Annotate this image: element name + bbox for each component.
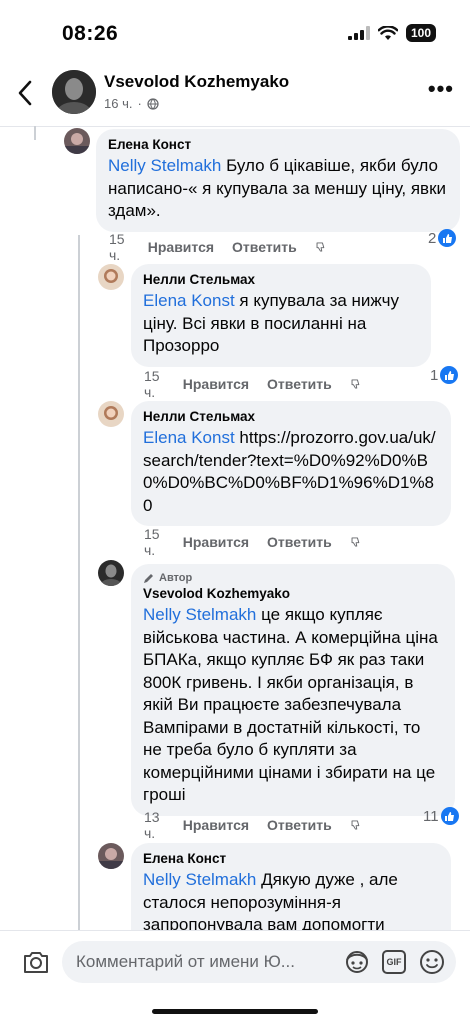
comment-bubble[interactable]: Нелли Стельмах Elena Konst https://prozo… — [131, 401, 451, 526]
comment-bubble[interactable]: Елена Конст Nelly Stelmakh Було б цікаві… — [96, 129, 460, 232]
status-icons: 100 — [347, 24, 436, 42]
reply-button[interactable]: Ответить — [232, 239, 297, 255]
reply-button[interactable]: Ответить — [267, 817, 332, 833]
like-reaction-icon — [440, 366, 459, 384]
comment-actions: 15 ч. Нравится Ответить — [144, 368, 361, 400]
avatar-sticker-icon[interactable] — [344, 950, 370, 974]
commenter-avatar[interactable] — [98, 560, 124, 586]
comment-actions: 13 ч. Нравится Ответить — [144, 809, 361, 841]
status-time: 08:26 — [62, 22, 119, 45]
commenter-name[interactable]: Нелли Стельмах — [143, 409, 439, 424]
commenter-name[interactable]: Нелли Стельмах — [143, 272, 419, 287]
like-button[interactable]: Нравится — [183, 534, 249, 550]
thread-line — [78, 235, 80, 935]
commenter-avatar[interactable] — [98, 264, 124, 290]
like-button[interactable]: Нравится — [183, 376, 249, 392]
dislike-icon[interactable] — [350, 376, 361, 392]
comment-text: Nelly Stelmakh Дякую дуже , але сталося … — [143, 870, 398, 933]
like-reaction-icon — [440, 807, 459, 825]
commenter-avatar[interactable] — [64, 128, 90, 154]
post-meta: 16 ч. · — [104, 96, 159, 111]
author-name[interactable]: Vsevolod Kozhemyako — [104, 72, 289, 92]
home-indicator — [152, 1009, 318, 1014]
commenter-avatar[interactable] — [98, 843, 124, 869]
reaction-count[interactable]: 11 — [423, 807, 459, 825]
dislike-icon[interactable] — [350, 534, 361, 550]
comment-actions: 15 ч. Нравится Ответить — [144, 526, 361, 558]
comment-bubble[interactable]: Автор Vsevolod Kozhemyako Nelly Stelmakh… — [131, 564, 455, 816]
mention-link[interactable]: Nelly Stelmakh — [143, 870, 256, 889]
camera-icon[interactable] — [22, 949, 50, 975]
more-options-icon[interactable]: ••• — [428, 78, 454, 100]
comment-time: 15 ч. — [144, 526, 160, 558]
mention-link[interactable]: Elena Konst — [143, 428, 235, 447]
author-badge: Автор — [143, 572, 443, 584]
gif-button[interactable]: GIF — [382, 950, 406, 974]
wifi-icon — [377, 25, 398, 40]
commenter-name[interactable]: Елена Конст — [143, 851, 439, 866]
mention-link[interactable]: Nelly Stelmakh — [108, 156, 221, 175]
post-header: Vsevolod Kozhemyako 16 ч. · ••• — [0, 62, 470, 124]
comment-input-placeholder: Комментарий от имени Ю... — [76, 952, 295, 971]
comment-input[interactable]: Комментарий от имени Ю... GIF — [62, 941, 456, 983]
signal-icon — [347, 26, 370, 40]
commenter-name[interactable]: Елена Конст — [108, 137, 448, 152]
reply-button[interactable]: Ответить — [267, 376, 332, 392]
reply-button[interactable]: Ответить — [267, 534, 332, 550]
comment-time: 15 ч. — [144, 368, 160, 400]
dislike-icon[interactable] — [315, 239, 326, 255]
globe-icon — [147, 97, 159, 110]
thread-line — [34, 126, 36, 140]
author-avatar[interactable] — [52, 70, 96, 114]
gif-label: GIF — [386, 957, 402, 967]
mention-link[interactable]: Nelly Stelmakh — [143, 605, 256, 624]
commenter-name[interactable]: Vsevolod Kozhemyako — [143, 586, 443, 601]
comment-text: Nelly Stelmakh Було б цікавіше, якби бул… — [108, 156, 447, 220]
comment-actions: 15 ч. Нравится Ответить — [109, 231, 326, 263]
dislike-icon[interactable] — [350, 817, 361, 833]
header-divider — [0, 126, 470, 127]
post-time: 16 ч. — [104, 96, 133, 111]
comment-text: Nelly Stelmakh це якщо купляє військова … — [143, 605, 438, 804]
comment-bubble[interactable]: Елена Конст Nelly Stelmakh Дякую дуже , … — [131, 843, 451, 933]
battery-indicator: 100 — [405, 24, 436, 42]
comment-text: Elena Konst я купувала за нижчу ціну. Вс… — [143, 291, 399, 355]
comment-text: Elena Konst https://prozorro.gov.ua/uk/s… — [143, 427, 439, 517]
like-reaction-icon — [438, 229, 457, 247]
emoji-icon[interactable] — [419, 949, 445, 975]
pencil-icon — [144, 574, 153, 583]
back-arrow-icon[interactable] — [14, 78, 38, 108]
status-bar: 08:26 100 — [0, 0, 470, 62]
author-badge-label: Автор — [159, 572, 193, 584]
mention-link[interactable]: Elena Konst — [143, 291, 235, 310]
comment-time: 15 ч. — [109, 231, 125, 263]
reaction-count[interactable]: 2 — [428, 229, 457, 247]
comment-time: 13 ч. — [144, 809, 160, 841]
comment-bubble[interactable]: Нелли Стельмах Elena Konst я купувала за… — [131, 264, 431, 367]
like-button[interactable]: Нравится — [183, 817, 249, 833]
reaction-count[interactable]: 1 — [430, 366, 459, 384]
dot-separator: · — [137, 96, 142, 111]
commenter-avatar[interactable] — [98, 401, 124, 427]
like-button[interactable]: Нравится — [148, 239, 214, 255]
